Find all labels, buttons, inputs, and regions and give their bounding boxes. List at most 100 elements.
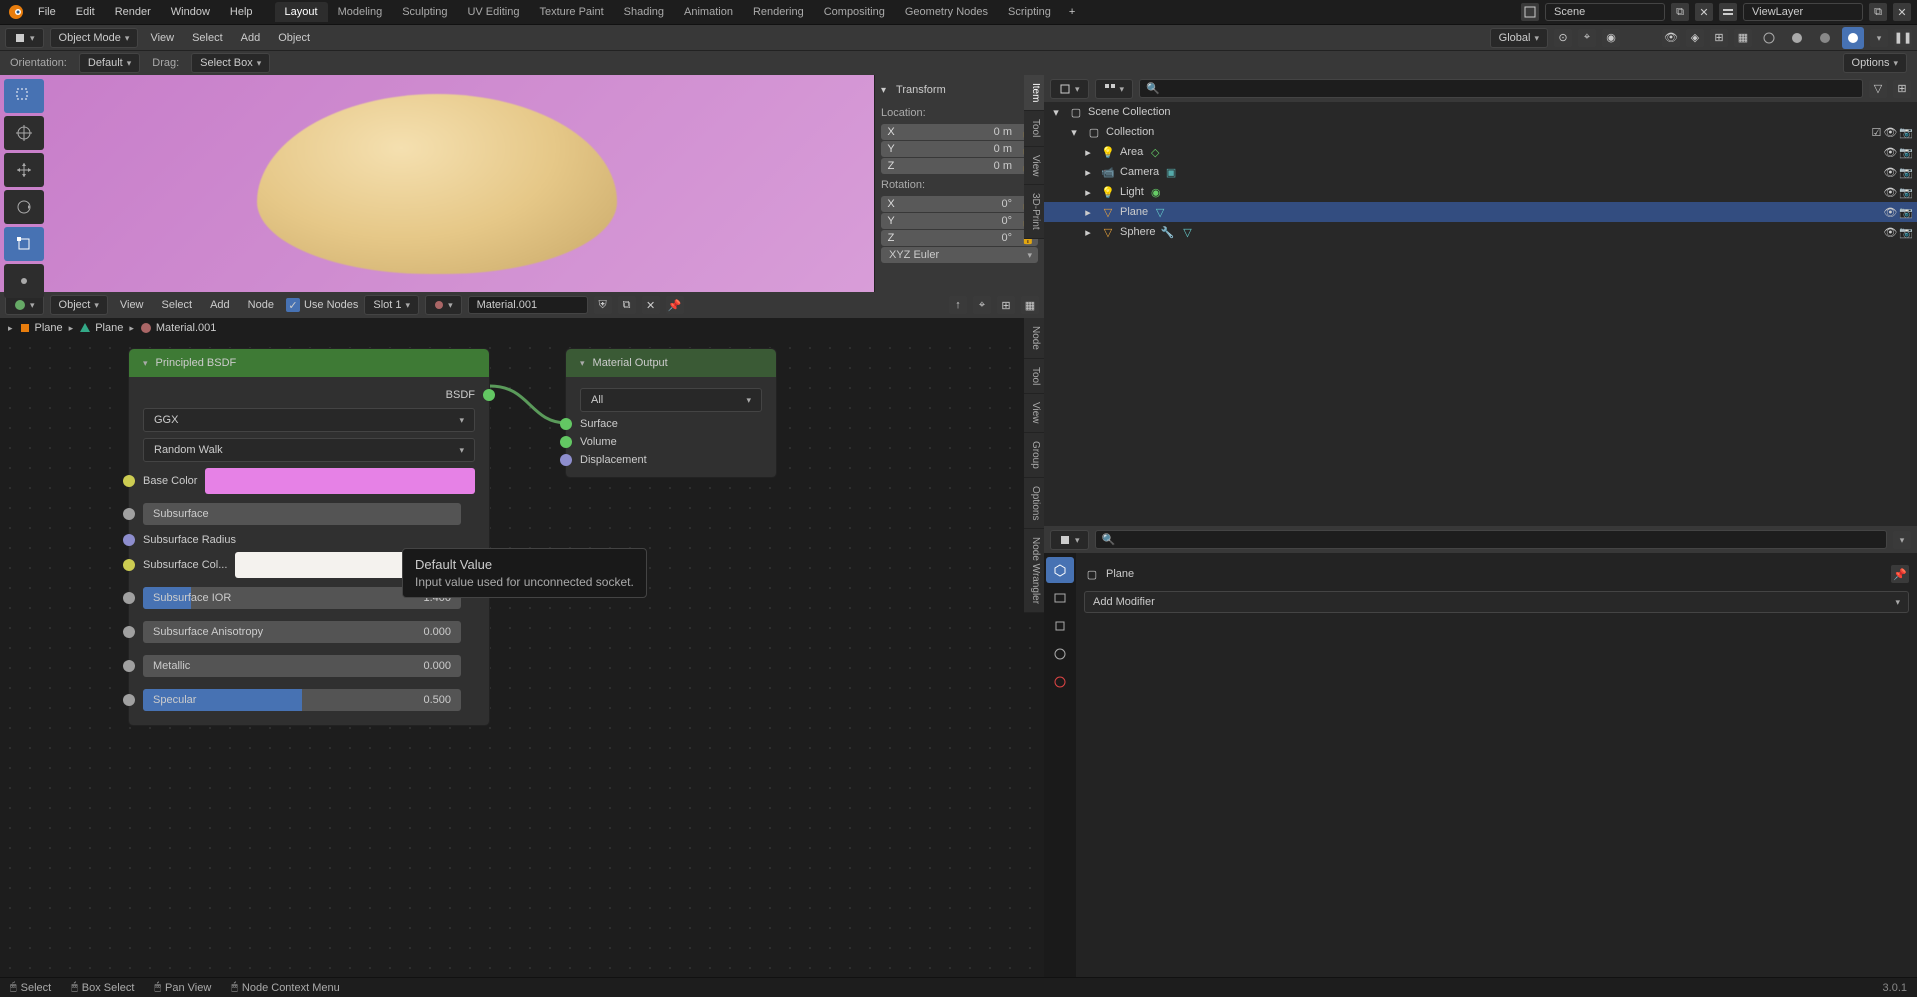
scene-browse-icon[interactable] <box>1521 3 1539 21</box>
menu-help[interactable]: Help <box>222 3 261 21</box>
workspace-animation[interactable]: Animation <box>674 2 743 22</box>
shade-wireframe[interactable] <box>1758 27 1780 49</box>
breadcrumb-object[interactable]: Plane <box>19 322 63 334</box>
node-output-title[interactable]: Material Output <box>566 349 776 377</box>
base-color-swatch[interactable] <box>205 468 475 494</box>
side-tab-3dprint[interactable]: 3D-Print <box>1024 185 1044 239</box>
node-principled-title[interactable]: Principled BSDF <box>129 349 489 377</box>
subsurface-aniso-slider[interactable]: Subsurface Anisotropy0.000 <box>143 621 461 643</box>
menu-file[interactable]: File <box>30 3 64 21</box>
shade-material[interactable] <box>1814 27 1836 49</box>
menu-window[interactable]: Window <box>163 3 218 21</box>
options-dropdown[interactable]: Options <box>1843 53 1907 73</box>
workspace-layout[interactable]: Layout <box>275 2 328 22</box>
orientation-dropdown[interactable]: Default <box>79 53 140 73</box>
overlays-icon[interactable]: ⊞ <box>1710 29 1728 47</box>
node-material-output[interactable]: Material Output All Surface Volume Displ… <box>565 348 777 478</box>
shade-solid[interactable] <box>1786 27 1808 49</box>
workspace-add-button[interactable]: + <box>1061 2 1083 22</box>
eye-icon[interactable]: 👁 <box>1883 146 1897 159</box>
node-ggx-dropdown[interactable]: GGX <box>143 408 475 432</box>
props-options-icon[interactable] <box>1893 531 1911 549</box>
eye-icon[interactable]: 👁 <box>1883 126 1897 139</box>
rotation-x[interactable]: X0°🔓 <box>881 196 1038 212</box>
workspace-geometry-nodes[interactable]: Geometry Nodes <box>895 2 998 22</box>
pivot-icon[interactable]: ⊙ <box>1554 29 1572 47</box>
camera-icon[interactable]: 📷 <box>1899 206 1913 219</box>
outliner-filter-icon[interactable]: ▽ <box>1869 80 1887 98</box>
node-side-tab-options[interactable]: Options <box>1024 478 1044 529</box>
node-side-tab-tool[interactable]: Tool <box>1024 359 1044 394</box>
node-overlay-icon[interactable]: ⊞ <box>997 296 1015 314</box>
metallic-socket[interactable] <box>123 660 135 672</box>
location-y[interactable]: Y0 m🔓 <box>881 141 1038 157</box>
camera-icon[interactable]: 📷 <box>1899 186 1913 199</box>
add-modifier-dropdown[interactable]: Add Modifier <box>1084 591 1909 613</box>
tool-select-box[interactable] <box>4 79 44 113</box>
node-side-tab-node[interactable]: Node <box>1024 318 1044 359</box>
eye-icon[interactable]: 👁 <box>1883 186 1897 199</box>
base-color-socket[interactable] <box>123 475 135 487</box>
viewport-menu-add[interactable]: Add <box>235 29 267 47</box>
camera-icon[interactable]: 📷 <box>1899 166 1913 179</box>
props-tab-world[interactable] <box>1046 669 1074 695</box>
data-icon[interactable]: ◉ <box>1148 184 1164 200</box>
object-mode-dropdown[interactable]: Object Mode <box>50 28 139 48</box>
node-menu-select[interactable]: Select <box>156 296 199 314</box>
proportional-icon[interactable]: ◉ <box>1602 29 1620 47</box>
displacement-input-socket[interactable] <box>560 454 572 466</box>
tool-scale[interactable] <box>4 227 44 261</box>
gizmo-icon[interactable]: ◈ <box>1686 29 1704 47</box>
data-icon[interactable]: ◇ <box>1147 144 1163 160</box>
workspace-shading[interactable]: Shading <box>614 2 674 22</box>
tool-transform[interactable] <box>4 264 44 298</box>
viewport-menu-object[interactable]: Object <box>272 29 316 47</box>
shade-rendered[interactable] <box>1842 27 1864 49</box>
rotation-mode-dropdown[interactable]: XYZ Euler <box>881 247 1038 263</box>
subsurface-ior-socket[interactable] <box>123 592 135 604</box>
scene-name-field[interactable]: Scene <box>1545 3 1665 21</box>
tool-cursor[interactable] <box>4 116 44 150</box>
material-shield-icon[interactable]: ⛨ <box>594 296 612 314</box>
outliner-type-dropdown[interactable] <box>1050 79 1089 99</box>
props-tab-scene[interactable] <box>1046 641 1074 667</box>
data-icon[interactable]: ▽ <box>1179 224 1195 240</box>
metallic-slider[interactable]: Metallic0.000 <box>143 655 461 677</box>
pause-render-icon[interactable]: ❚❚ <box>1894 29 1912 47</box>
side-tab-item[interactable]: Item <box>1024 75 1044 111</box>
node-object-dropdown[interactable]: Object <box>50 295 108 315</box>
scene-copy-icon[interactable]: ⧉ <box>1671 3 1689 21</box>
transform-panel-header[interactable]: Transform <box>881 81 1038 99</box>
node-menu-view[interactable]: View <box>114 296 150 314</box>
menu-render[interactable]: Render <box>107 3 159 21</box>
slot-dropdown[interactable]: Slot 1 <box>364 295 419 315</box>
disclosure-icon[interactable]: ▸ <box>1080 144 1096 160</box>
outliner-item-area[interactable]: ▸ 💡 Area ◇ 👁📷 <box>1044 142 1917 162</box>
disclosure-icon[interactable]: ▸ <box>1080 224 1096 240</box>
node-backdrop-icon[interactable]: ▦ <box>1021 296 1039 314</box>
breadcrumb-material[interactable]: Material.001 <box>140 322 217 334</box>
drag-dropdown[interactable]: Select Box <box>191 53 270 73</box>
subsurface-aniso-socket[interactable] <box>123 626 135 638</box>
subsurface-radius-socket[interactable] <box>123 534 135 546</box>
side-tab-tool[interactable]: Tool <box>1024 111 1044 146</box>
disclosure-icon[interactable]: ▸ <box>1080 184 1096 200</box>
viewlayer-name-field[interactable]: ViewLayer <box>1743 3 1863 21</box>
node-side-tab-group[interactable]: Group <box>1024 433 1044 478</box>
viewport-menu-view[interactable]: View <box>144 29 180 47</box>
tool-rotate[interactable] <box>4 190 44 224</box>
node-parent-icon[interactable]: ↑ <box>949 296 967 314</box>
node-principled-bsdf[interactable]: Principled BSDF BSDF GGX Random Walk Bas… <box>128 348 490 726</box>
viewlayer-delete-icon[interactable]: ✕ <box>1893 3 1911 21</box>
outliner-collection[interactable]: ▾ ▢ Collection ☑👁📷 <box>1044 122 1917 142</box>
workspace-modeling[interactable]: Modeling <box>328 2 393 22</box>
outliner-new-collection-icon[interactable]: ⊞ <box>1893 80 1911 98</box>
use-nodes-checkbox[interactable]: ✓Use Nodes <box>286 298 358 312</box>
workspace-rendering[interactable]: Rendering <box>743 2 814 22</box>
props-tab-render[interactable] <box>1046 585 1074 611</box>
camera-icon[interactable]: 📷 <box>1899 226 1913 239</box>
subsurface-slider[interactable]: Subsurface <box>143 503 461 525</box>
outliner-item-sphere[interactable]: ▸ ▽ Sphere 🔧 ▽ 👁📷 <box>1044 222 1917 242</box>
snap-icon[interactable]: ⌖ <box>1578 29 1596 47</box>
node-side-tab-view[interactable]: View <box>1024 394 1044 433</box>
